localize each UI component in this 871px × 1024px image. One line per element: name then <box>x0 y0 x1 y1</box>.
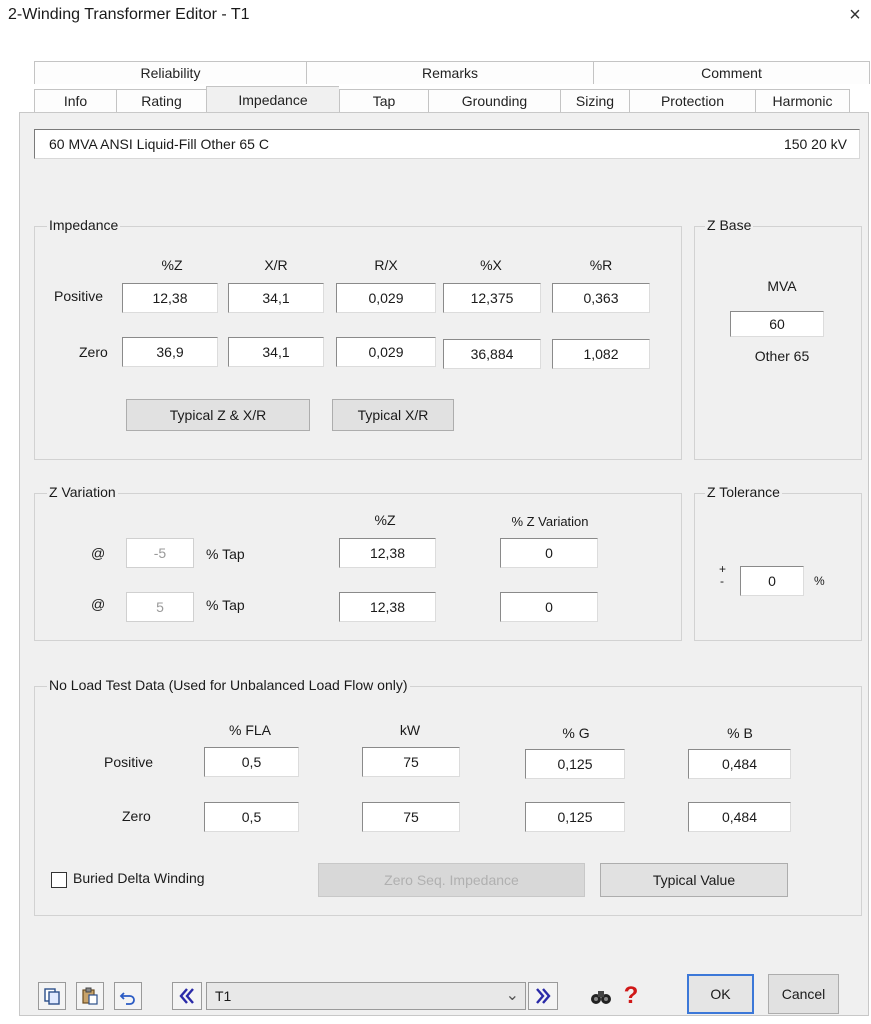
copy-icon[interactable] <box>38 982 66 1010</box>
positive-z-field[interactable]: 12,38 <box>122 283 218 313</box>
tap-label-1: % Tap <box>206 546 245 562</box>
window-title: 2-Winding Transformer Editor - T1 <box>8 6 250 23</box>
zero-r-field[interactable]: 1,082 <box>552 339 650 369</box>
kw-header: kW <box>399 722 421 738</box>
help-glyph: ? <box>623 982 639 1009</box>
noload-positive-fla-field[interactable]: 0,5 <box>204 747 299 777</box>
impedance-group-label: Impedance <box>47 217 121 233</box>
zero-z-field[interactable]: 36,9 <box>122 337 218 367</box>
tab-remarks[interactable]: Remarks <box>306 61 593 84</box>
mva-field[interactable]: 60 <box>730 311 824 337</box>
g-header: % G <box>562 725 590 741</box>
tap-label-2: % Tap <box>206 597 245 613</box>
z-base-group: Z Base <box>694 217 862 460</box>
positive-r-field[interactable]: 0,363 <box>552 283 650 313</box>
undo-icon[interactable] <box>114 982 142 1010</box>
chevron-down-icon[interactable]: ⌄ <box>506 985 519 1005</box>
tolerance-field[interactable]: 0 <box>740 566 804 596</box>
at-symbol-1: @ <box>91 545 106 561</box>
tab-grounding[interactable]: Grounding <box>428 89 560 112</box>
summary-right: 150 20 kV <box>783 136 847 152</box>
summary-left: 60 MVA ANSI Liquid-Fill Other 65 C <box>49 136 269 152</box>
summary-bar: 60 MVA ANSI Liquid-Fill Other 65 C 150 2… <box>34 129 860 159</box>
at-symbol-2: @ <box>91 596 106 612</box>
tab-info[interactable]: Info <box>34 89 116 112</box>
mva-label: MVA <box>767 278 797 294</box>
col-rx-header: R/X <box>374 257 398 273</box>
zero-rx-field[interactable]: 0,029 <box>336 337 436 367</box>
buried-delta-checkbox[interactable] <box>51 872 67 888</box>
z-tolerance-label: Z Tolerance <box>705 484 782 500</box>
z-base-label: Z Base <box>705 217 754 233</box>
noload-zero-fla-field[interactable]: 0,5 <box>204 802 299 832</box>
positive-x-field[interactable]: 12,375 <box>443 283 541 313</box>
noload-zero-label: Zero <box>122 808 151 824</box>
tab-protection[interactable]: Protection <box>629 89 755 112</box>
tolerance-unit: % <box>814 574 825 588</box>
tab-row-top: Reliability Remarks Comment <box>34 61 870 84</box>
no-load-label: No Load Test Data (Used for Unbalanced L… <box>47 677 410 693</box>
tab-tap[interactable]: Tap <box>339 89 428 112</box>
tab-reliability[interactable]: Reliability <box>34 61 306 84</box>
tap-plus-field[interactable]: 5 <box>126 592 194 622</box>
col-r-header: %R <box>589 257 613 273</box>
cancel-button[interactable]: Cancel <box>768 974 839 1014</box>
zero-xr-field[interactable]: 34,1 <box>228 337 324 367</box>
tap-minus-field[interactable]: -5 <box>126 538 194 568</box>
zbase-type-label: Other 65 <box>754 348 810 364</box>
tab-sizing[interactable]: Sizing <box>560 89 629 112</box>
zvar-variation-field-2[interactable]: 0 <box>500 592 598 622</box>
find-binoculars-icon[interactable] <box>587 982 615 1010</box>
z-variation-label: Z Variation <box>47 484 118 500</box>
tab-comment[interactable]: Comment <box>593 61 870 84</box>
positive-xr-field[interactable]: 34,1 <box>228 283 324 313</box>
noload-positive-kw-field[interactable]: 75 <box>362 747 460 777</box>
zero-x-field[interactable]: 36,884 <box>443 339 541 369</box>
element-selector[interactable]: T1 ⌄ <box>206 982 526 1010</box>
paste-icon[interactable] <box>76 982 104 1010</box>
zvar-z-field-2[interactable]: 12,38 <box>339 592 436 622</box>
fla-header: % FLA <box>228 722 271 738</box>
help-icon[interactable]: ? <box>617 982 645 1010</box>
tab-harmonic[interactable]: Harmonic <box>755 89 850 112</box>
zvar-col-variation-header: % Z Variation <box>511 514 589 529</box>
b-header: % B <box>727 725 753 741</box>
typical-z-xr-button[interactable]: Typical Z & X/R <box>126 399 310 431</box>
element-selector-value: T1 <box>215 988 232 1004</box>
col-xr-header: X/R <box>264 257 288 273</box>
tab-impedance[interactable]: Impedance <box>206 86 339 112</box>
buried-delta-label: Buried Delta Winding <box>73 870 205 886</box>
zvar-variation-field-1[interactable]: 0 <box>500 538 598 568</box>
zero-label: Zero <box>79 344 108 360</box>
tab-row-bottom: Info Rating Impedance Tap Grounding Sizi… <box>34 86 850 112</box>
typical-value-button[interactable]: Typical Value <box>600 863 788 897</box>
noload-positive-label: Positive <box>104 754 154 770</box>
zero-seq-impedance-button[interactable]: Zero Seq. Impedance <box>318 863 585 897</box>
tab-rating[interactable]: Rating <box>116 89 206 112</box>
tolerance-minus: - <box>720 574 724 588</box>
noload-zero-kw-field[interactable]: 75 <box>362 802 460 832</box>
ok-button[interactable]: OK <box>687 974 754 1014</box>
previous-element-icon[interactable] <box>172 982 202 1010</box>
col-x-header: %X <box>480 257 502 273</box>
col-z-header: %Z <box>161 257 183 273</box>
next-element-icon[interactable] <box>528 982 558 1010</box>
noload-zero-b-field[interactable]: 0,484 <box>688 802 791 832</box>
typical-xr-button[interactable]: Typical X/R <box>332 399 454 431</box>
noload-zero-g-field[interactable]: 0,125 <box>525 802 625 832</box>
zvar-z-field-1[interactable]: 12,38 <box>339 538 436 568</box>
noload-positive-g-field[interactable]: 0,125 <box>525 749 625 779</box>
positive-label: Positive <box>54 288 104 304</box>
close-icon[interactable]: × <box>845 4 865 27</box>
zvar-col-z-header: %Z <box>374 512 396 528</box>
positive-rx-field[interactable]: 0,029 <box>336 283 436 313</box>
noload-positive-b-field[interactable]: 0,484 <box>688 749 791 779</box>
